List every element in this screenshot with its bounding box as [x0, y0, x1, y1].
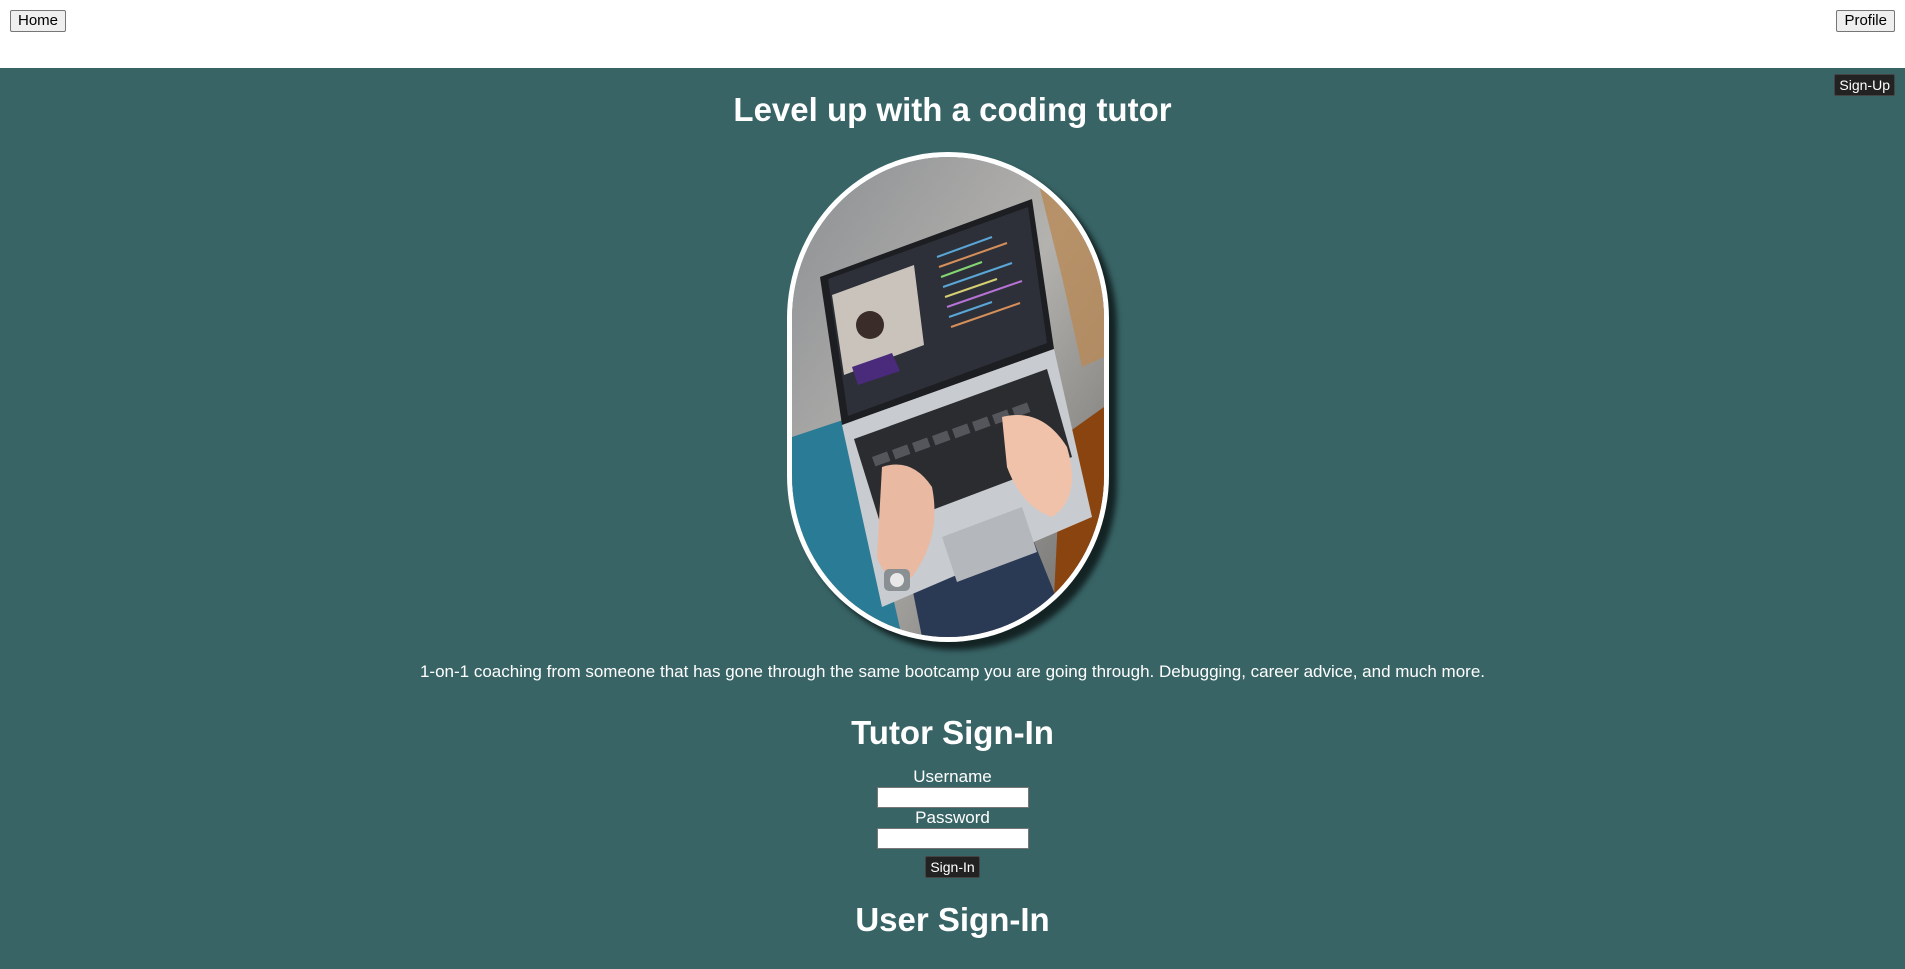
- sign-in-button[interactable]: Sign-In: [925, 856, 980, 878]
- laptop-photo-illustration: [791, 157, 1104, 637]
- hero-image-frame: [786, 152, 1119, 646]
- username-field[interactable]: [876, 787, 1029, 808]
- password-field[interactable]: [876, 828, 1029, 849]
- tutor-signin-title: Tutor Sign-In: [851, 714, 1054, 751]
- home-button[interactable]: Home: [10, 10, 67, 32]
- profile-button[interactable]: Profile: [1836, 10, 1895, 32]
- hero-image: [786, 152, 1109, 642]
- top-nav: Home Profile: [0, 0, 1905, 68]
- hero-description: 1-on-1 coaching from someone that has go…: [419, 662, 1486, 681]
- password-label: Password: [915, 808, 990, 827]
- sign-up-button[interactable]: Sign-Up: [1834, 74, 1895, 96]
- page-title: Level up with a coding tutor: [733, 91, 1172, 128]
- tutor-signin-form: Username Password Sign-In: [0, 767, 1905, 878]
- user-signin-title: User Sign-In: [855, 901, 1050, 938]
- username-label: Username: [913, 767, 992, 786]
- main-content: Sign-Up Level up with a coding tutor 1-o…: [0, 68, 1905, 969]
